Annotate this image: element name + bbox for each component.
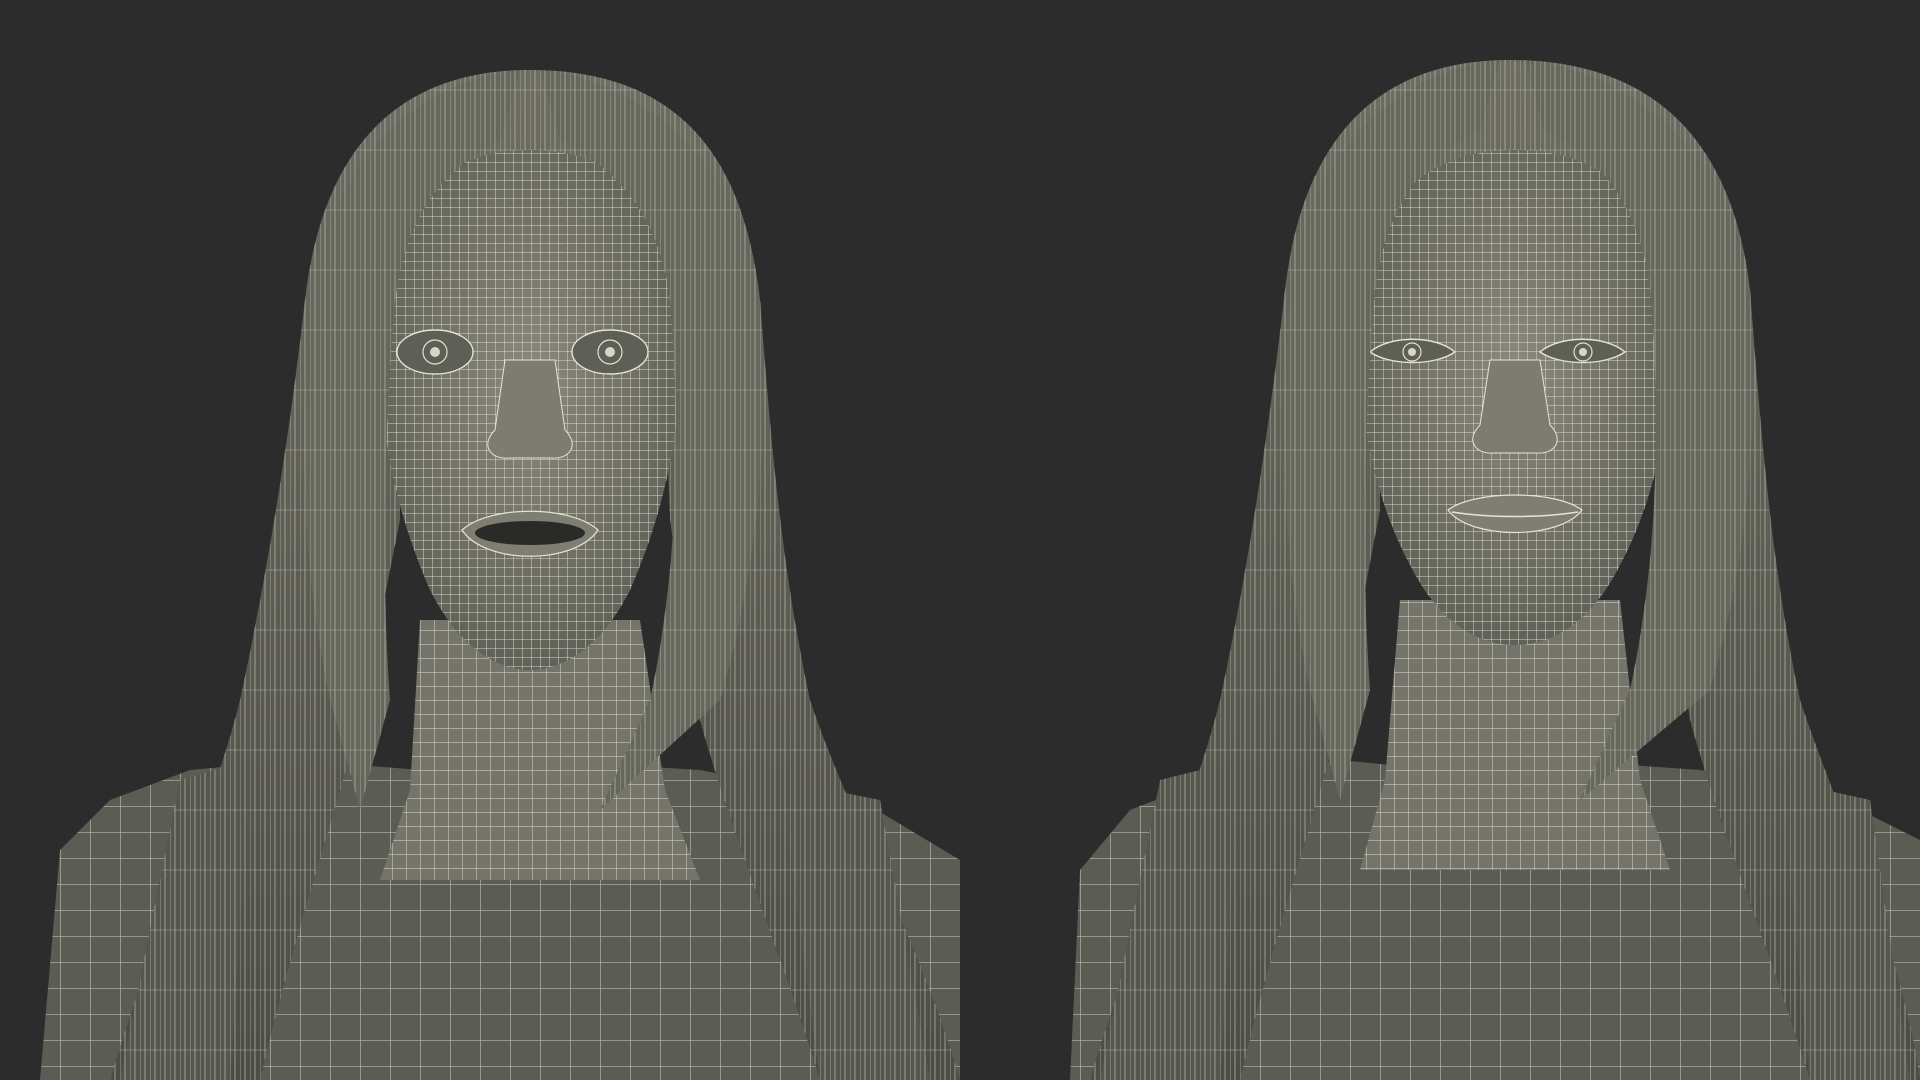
wireframe-bust-closed-mouth — [960, 0, 1920, 1080]
bust-render — [40, 70, 960, 1080]
bust-render — [1070, 60, 1920, 1080]
render-viewport — [0, 0, 1920, 1080]
wireframe-bust-open-mouth — [0, 0, 960, 1080]
